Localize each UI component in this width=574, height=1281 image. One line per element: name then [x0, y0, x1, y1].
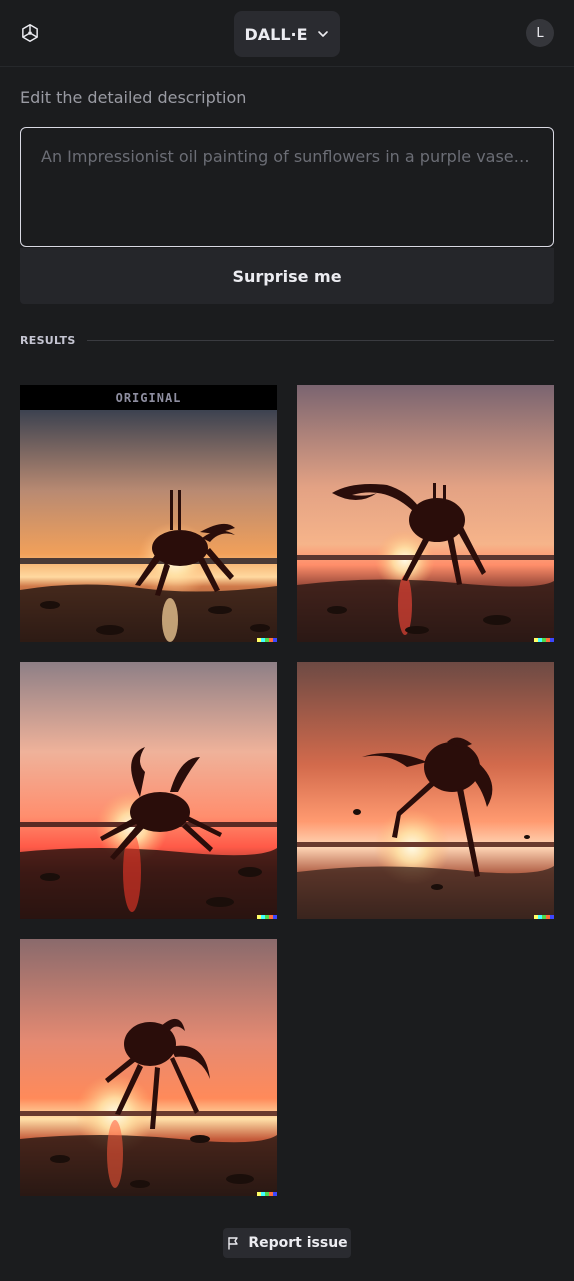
dalle-signature	[534, 915, 554, 919]
result-image-original[interactable]: ORIGINAL	[20, 385, 277, 642]
model-label: DALL·E	[244, 24, 308, 44]
dalle-signature	[257, 638, 277, 642]
result-image-4[interactable]	[297, 662, 554, 919]
report-issue-button[interactable]: Report issue	[223, 1228, 351, 1258]
openai-logo-icon[interactable]	[19, 22, 41, 44]
flag-icon	[228, 1237, 239, 1250]
editor-section-label: Edit the detailed description	[20, 88, 247, 107]
crab-sunset-image	[20, 662, 277, 919]
top-bar: DALL·E L	[0, 0, 574, 67]
crab-sunset-image	[20, 410, 277, 642]
model-switcher-button[interactable]: DALL·E	[234, 11, 340, 57]
dalle-signature	[257, 1192, 277, 1196]
result-image-3[interactable]	[20, 662, 277, 919]
chevron-down-icon	[317, 31, 328, 37]
result-image-5[interactable]	[20, 939, 277, 1196]
report-issue-label: Report issue	[248, 1235, 348, 1251]
avatar-initial: L	[536, 25, 544, 41]
results-divider	[86, 340, 554, 341]
crab-sunset-image	[20, 939, 277, 1196]
prompt-placeholder: An Impressionist oil painting of sunflow…	[41, 147, 530, 166]
result-image-2[interactable]	[297, 385, 554, 642]
results-header: RESULTS	[20, 334, 554, 347]
dalle-signature	[534, 638, 554, 642]
prompt-input[interactable]: An Impressionist oil painting of sunflow…	[20, 127, 554, 247]
results-label: RESULTS	[20, 334, 76, 347]
crab-sunset-image	[297, 385, 554, 642]
crab-sunset-image	[297, 662, 554, 919]
surprise-me-button[interactable]: Surprise me	[20, 248, 554, 304]
user-avatar[interactable]: L	[526, 19, 554, 47]
dalle-signature	[257, 915, 277, 919]
original-tag: ORIGINAL	[20, 385, 277, 410]
